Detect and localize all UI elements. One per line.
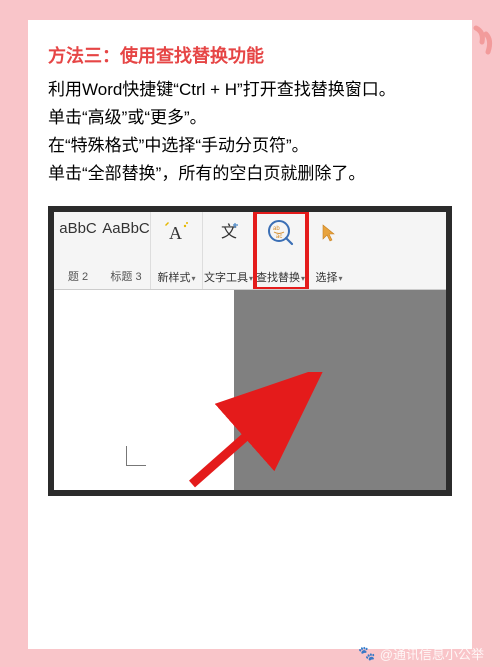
style-label: 标题 3	[110, 268, 141, 284]
screenshot-inner: aBbC 题 2 AaBbC 标题 3 A	[54, 212, 446, 490]
style-label: 题 2	[68, 268, 88, 284]
style-sample: aBbC	[59, 221, 97, 236]
style-gallery[interactable]: aBbC 题 2 AaBbC 标题 3	[54, 212, 151, 289]
cursor-icon	[314, 218, 344, 248]
select-button[interactable]: 选择▾	[307, 212, 351, 289]
text-tool-icon: 文	[214, 218, 244, 248]
style-sample: AaBbC	[102, 221, 150, 236]
button-label: 选择▾	[315, 269, 342, 285]
instruction-line: 单击“高级”或“更多”。	[48, 104, 452, 132]
ribbon-bar: aBbC 题 2 AaBbC 标题 3 A	[54, 212, 446, 290]
style-item-heading2[interactable]: aBbC 题 2	[54, 214, 102, 287]
new-style-button[interactable]: A 新样式▾	[151, 212, 203, 289]
instruction-line: 利用Word快捷键“Ctrl + H”打开查找替换窗口。	[48, 76, 452, 104]
instructions: 利用Word快捷键“Ctrl + H”打开查找替换窗口。 单击“高级”或“更多”…	[48, 76, 452, 188]
paw-icon: 🐾	[358, 645, 375, 662]
document-area	[54, 290, 446, 490]
svg-text:ac: ac	[276, 234, 282, 240]
content-card: 方法三：使用查找替换功能 利用Word快捷键“Ctrl + H”打开查找替换窗口…	[28, 20, 472, 649]
button-label: 文字工具▾	[204, 269, 253, 285]
button-label: 新样式▾	[157, 269, 195, 285]
instruction-line: 单击“全部替换”，所有的空白页就删除了。	[48, 160, 452, 188]
page-background	[54, 290, 234, 490]
button-label: 查找替换▾	[256, 269, 305, 285]
instruction-line: 在“特殊格式”中选择“手动分页符”。	[48, 132, 452, 160]
find-replace-icon: ab ac	[266, 218, 296, 248]
watermark: 🐾 @通讯信息小公举	[358, 644, 484, 663]
method-title: 方法三：使用查找替换功能	[48, 42, 452, 68]
word-screenshot: aBbC 题 2 AaBbC 标题 3 A	[48, 206, 452, 496]
style-item-heading3[interactable]: AaBbC 标题 3	[102, 214, 150, 287]
find-replace-button[interactable]: ab ac 查找替换▾	[255, 212, 307, 289]
decorative-stroke	[470, 24, 496, 64]
style-a-icon: A	[162, 218, 192, 248]
canvas-background	[234, 290, 446, 490]
text-tools-button[interactable]: 文 文字工具▾	[203, 212, 255, 289]
watermark-text: @通讯信息小公举	[380, 644, 484, 663]
svg-text:ab: ab	[273, 226, 280, 232]
page-corner-mark	[126, 446, 146, 466]
svg-text:A: A	[169, 223, 182, 243]
